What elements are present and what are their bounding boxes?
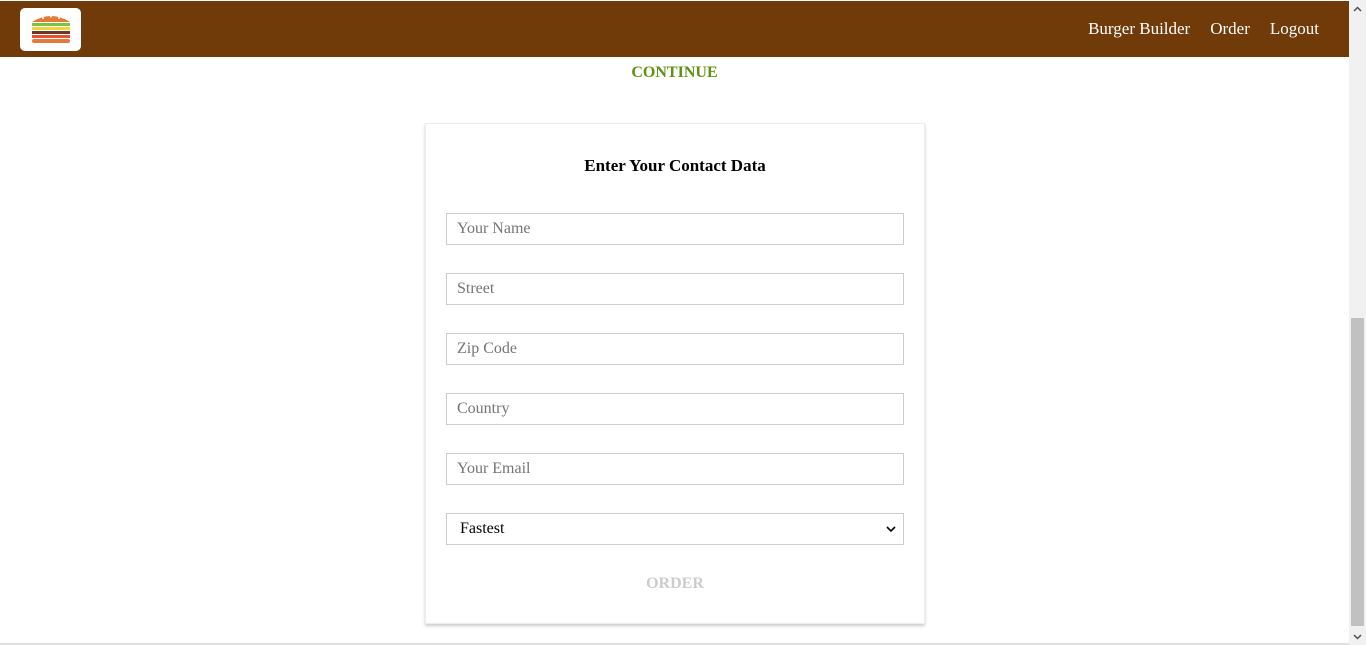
page: Burger Builder Order Logout CONTINUE Ent… (0, 0, 1366, 645)
nav-burger-builder[interactable]: Burger Builder (1088, 19, 1190, 39)
nav-order[interactable]: Order (1210, 19, 1250, 39)
burger-icon (31, 15, 70, 43)
burger-logo[interactable] (20, 7, 81, 51)
continue-button[interactable]: CONTINUE (0, 64, 1349, 82)
zip-code-input[interactable] (446, 333, 904, 365)
street-input[interactable] (446, 273, 904, 305)
scroll-down-arrow-icon[interactable] (1349, 628, 1366, 645)
main-nav: Burger Builder Order Logout (1068, 1, 1319, 57)
delivery-method-select[interactable]: Fastest (446, 513, 904, 545)
country-input[interactable] (446, 393, 904, 425)
nav-logout[interactable]: Logout (1270, 19, 1319, 39)
order-button[interactable]: ORDER (426, 575, 924, 593)
scroll-up-arrow-icon[interactable] (1349, 0, 1366, 17)
email-input[interactable] (446, 453, 904, 485)
name-input[interactable] (446, 213, 904, 245)
delivery-method-value: Fastest (460, 520, 505, 537)
toolbar: Burger Builder Order Logout (0, 1, 1349, 57)
card-title: Enter Your Contact Data (584, 156, 766, 175)
contact-data-card: Enter Your Contact Data Fastest ORDER (425, 123, 925, 624)
vertical-scrollbar[interactable] (1349, 0, 1366, 645)
scroll-thumb[interactable] (1351, 318, 1364, 626)
chevron-down-icon (885, 523, 897, 535)
